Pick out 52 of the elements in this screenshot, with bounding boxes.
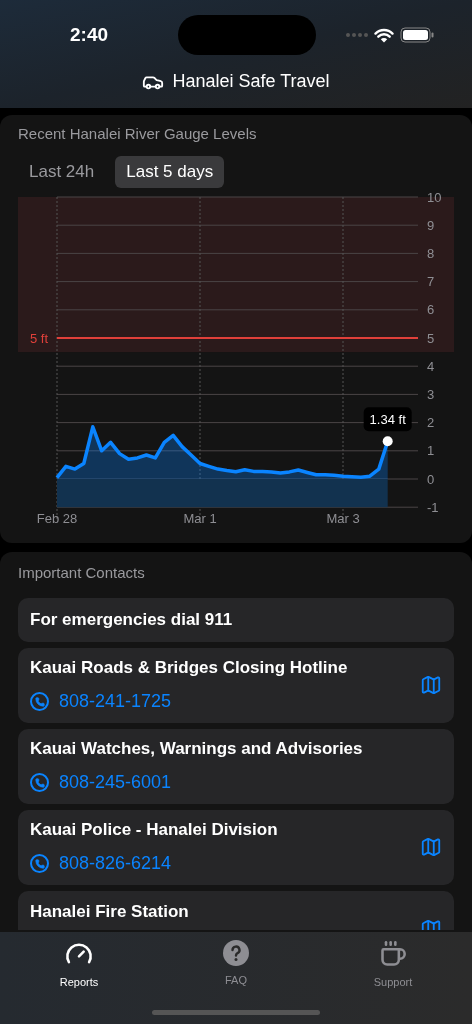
contact-name: Kauai Police - Hanalei Division	[30, 818, 279, 841]
annotation: 1.34 ft	[369, 411, 407, 427]
phone-icon	[30, 773, 49, 793]
x-tick-label: Mar 3	[326, 510, 360, 526]
app-title: Hanalei Safe Travel	[172, 70, 330, 93]
y-tick-label: 2	[427, 414, 435, 430]
x-tick-label: Feb 28	[36, 510, 78, 526]
y-tick-label: -1	[427, 499, 439, 515]
contact-name: Hanalei Fire Station	[30, 900, 190, 923]
contact-name: Kauai Watches, Warnings and Advisories	[30, 737, 364, 760]
y-tick-label: 1	[427, 442, 435, 458]
contact-card[interactable]: Kauai Watches, Warnings and Advisories 808-245-6001	[18, 728, 454, 804]
y-tick-label: 3	[427, 386, 435, 402]
phone-link[interactable]: 808-826-6214	[30, 850, 420, 878]
phone-link[interactable]: 808-245-6001	[30, 769, 442, 797]
x-tick-label: Mar 1	[183, 510, 217, 526]
y-tick-label: 10	[427, 191, 442, 204]
map-icon[interactable]	[420, 917, 442, 930]
wifi-icon	[374, 27, 394, 43]
contact-card[interactable]: Hanalei Fire Station	[18, 890, 454, 930]
contact-card[interactable]: For emergencies dial 911	[18, 597, 454, 642]
map-icon[interactable]	[420, 836, 442, 858]
section-title: Important Contacts	[18, 563, 146, 583]
coffee-cup-icon	[379, 940, 407, 968]
status-time: 2:40	[69, 22, 109, 47]
contact-name: Kauai Roads & Bridges Closing Hotline	[30, 656, 349, 679]
phone-icon	[30, 854, 49, 874]
map-icon[interactable]	[420, 674, 442, 696]
tab-bar-item[interactable]: Reports	[44, 940, 114, 991]
range-tab[interactable]: Last 5 days	[115, 155, 225, 188]
y-tick-label: 6	[427, 301, 435, 317]
phone-icon	[30, 692, 49, 712]
range-tab[interactable]: Last 24h	[18, 155, 106, 188]
threshold-label: 5 ft	[30, 330, 49, 346]
y-tick-label: 8	[427, 245, 435, 261]
y-tick-label: 9	[427, 217, 435, 233]
y-tick-label: 5	[427, 330, 435, 345]
cellular-signal-icon	[346, 33, 368, 37]
current-point	[382, 435, 393, 446]
help-icon	[223, 940, 249, 966]
y-tick-label: 7	[427, 273, 435, 289]
tab-bar-item[interactable]: Support	[358, 940, 428, 991]
y-tick-label: 4	[427, 358, 435, 374]
tab-bar-item[interactable]: FAQ	[201, 940, 271, 991]
y-tick-label: 0	[427, 471, 435, 486]
contact-card[interactable]: Kauai Police - Hanalei Division 808-826-6214	[18, 809, 454, 885]
battery-icon	[400, 27, 434, 43]
value-callout: 1.34 ft	[363, 406, 412, 431]
contact-card[interactable]: Kauai Roads & Bridges Closing Hotline 808-241-1725	[18, 647, 454, 723]
contact-name: For emergencies dial 911	[30, 608, 234, 631]
section-title: Recent Hanalei River Gauge Levels	[17, 124, 258, 144]
phone-link[interactable]: 808-241-1725	[30, 688, 420, 716]
